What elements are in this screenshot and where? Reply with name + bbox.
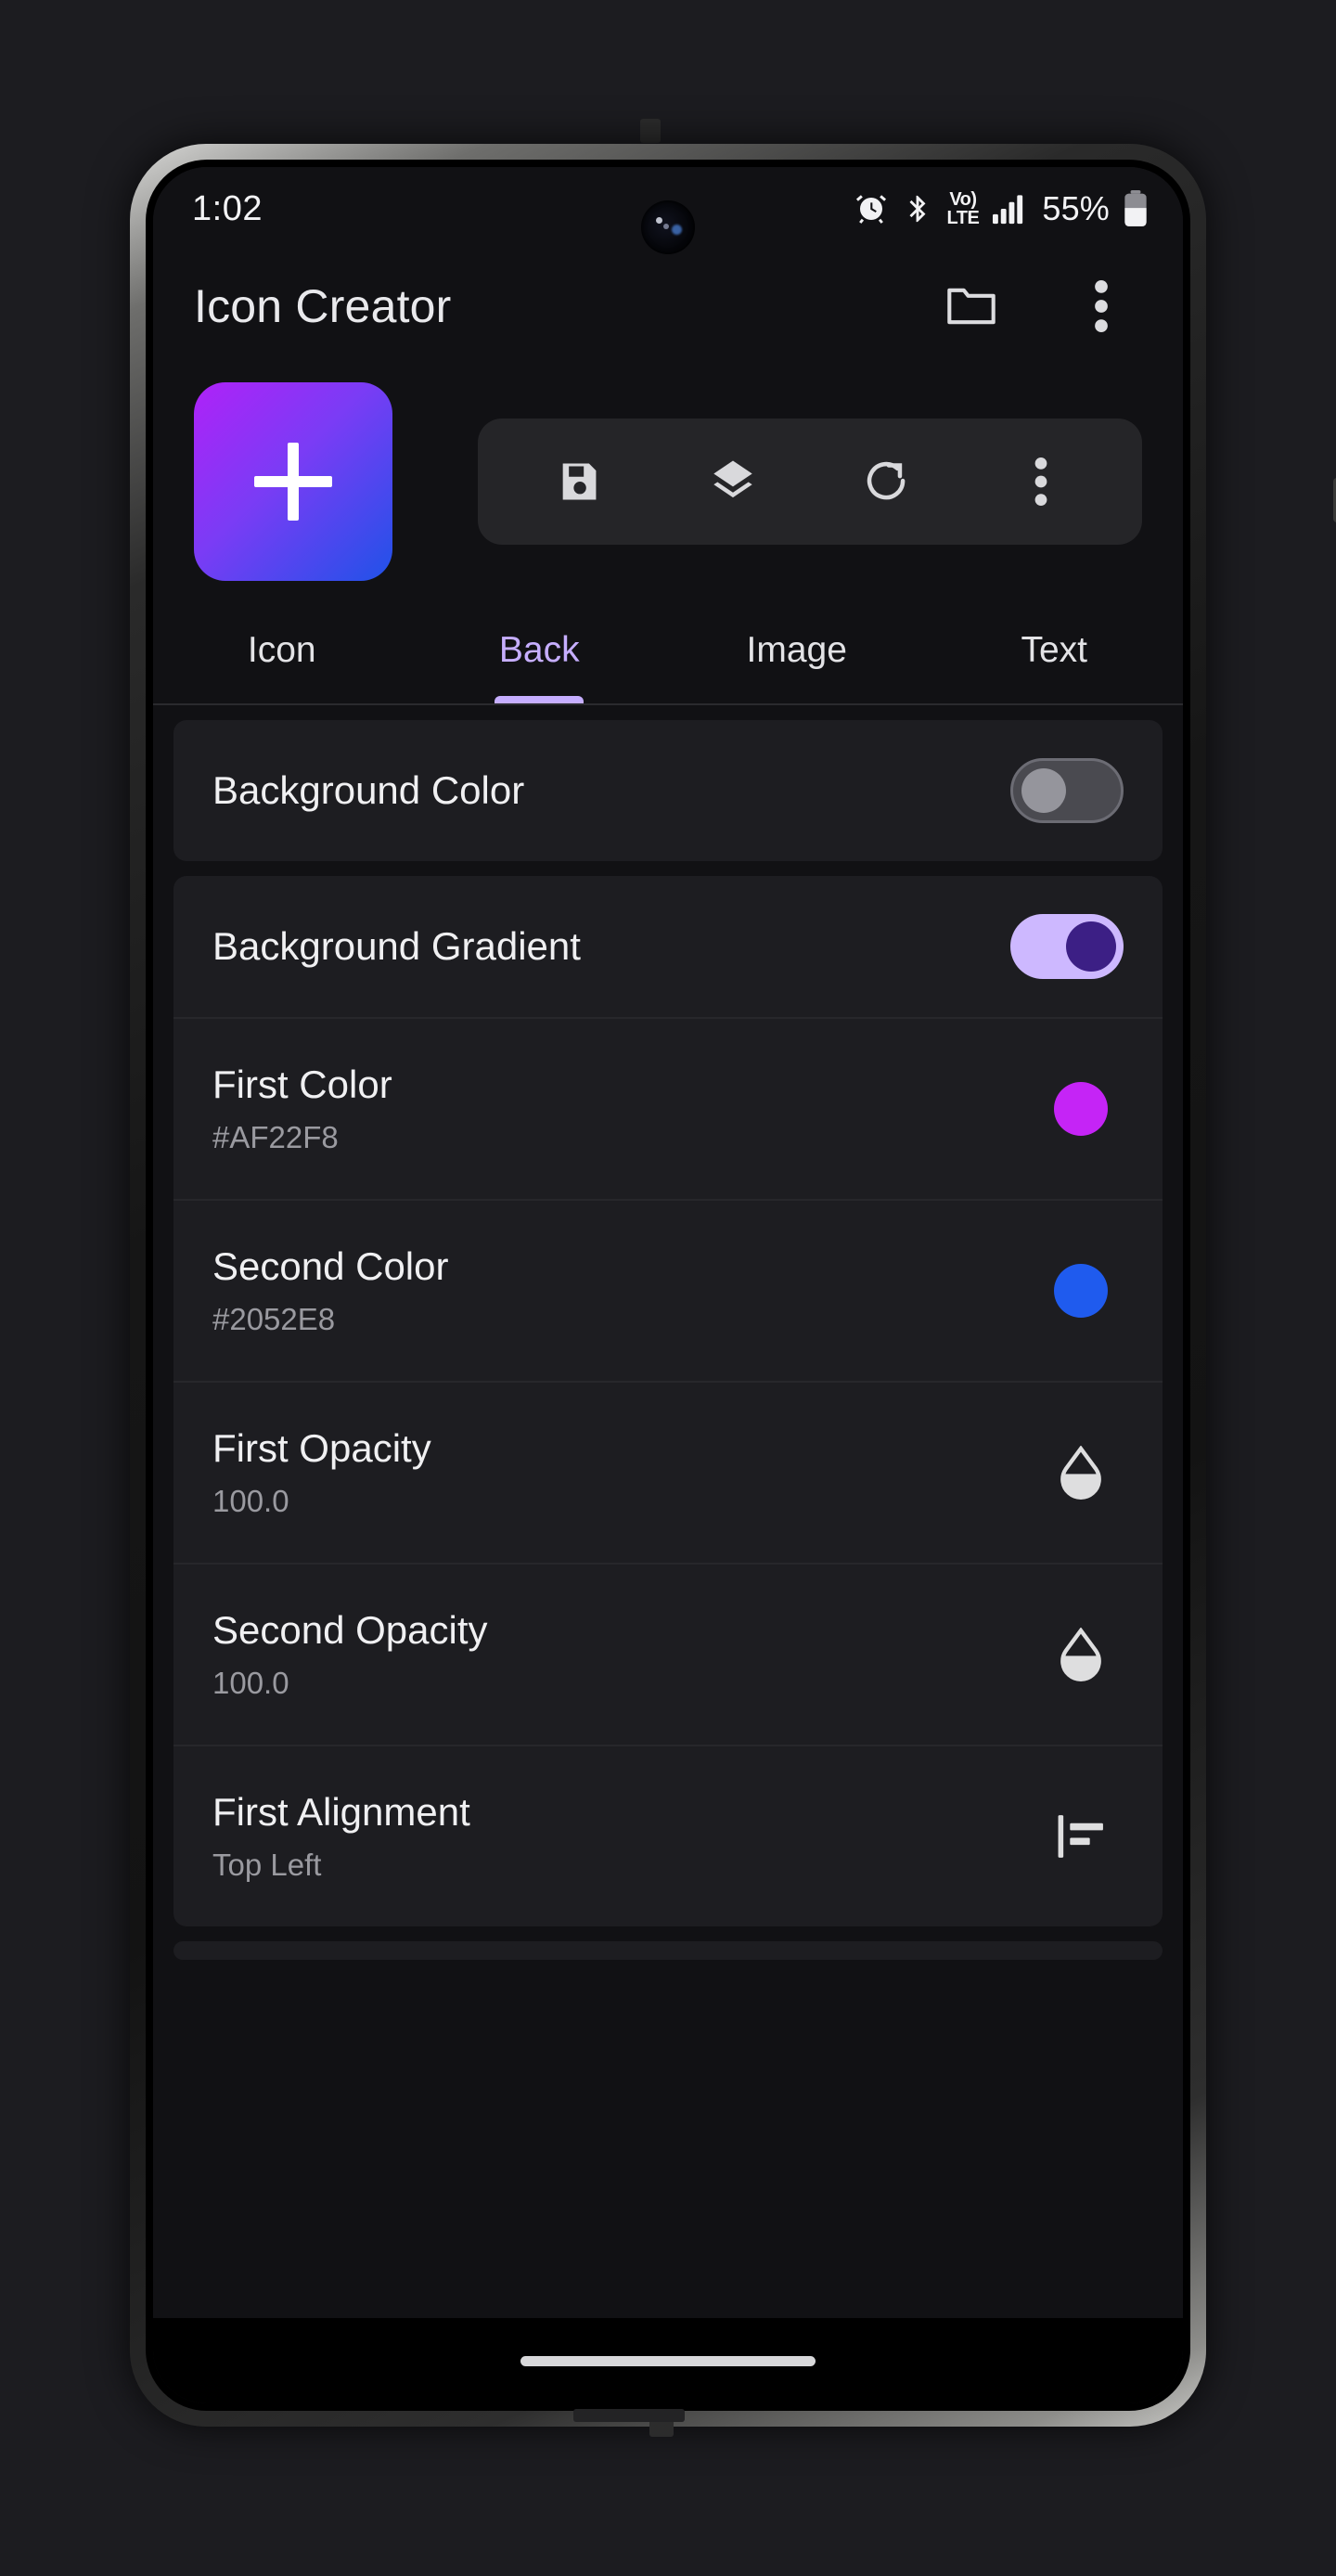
background-gradient-label: Background Gradient [212,924,581,968]
overflow-menu-icon[interactable] [1060,265,1142,347]
color-swatch-dot [1054,1082,1108,1136]
background-color-toggle[interactable] [1010,758,1124,823]
toggle-knob [1021,768,1066,813]
tab-label: Image [746,630,847,670]
background-color-card: Background Color [173,720,1163,861]
row-value: #AF22F8 [212,1120,339,1154]
row-title: First Color [212,1063,392,1106]
app-bar-actions [931,265,1142,347]
volte-icon: Vo) LTE [946,189,980,228]
first-opacity-control[interactable] [1038,1446,1124,1500]
phone-bezel: 1:02 Vo) LTE 55% Icon Creator Icon Back … [146,160,1190,2411]
tab-label: Icon [247,630,316,670]
tab-bar: Icon Back Image Text [153,598,1183,705]
align-top-left-icon [1055,1810,1107,1862]
first-alignment-control[interactable] [1038,1810,1124,1862]
toggle-knob [1066,921,1116,972]
icon-edit-toolbar [478,419,1142,545]
overflow-menu-icon[interactable] [1000,441,1082,522]
system-navigation-bar [153,2318,1183,2403]
tab-image[interactable]: Image [668,598,926,703]
background-gradient-row[interactable]: Background Gradient [173,876,1163,1017]
phone-device-frame: 1:02 Vo) LTE 55% Icon Creator Icon Back … [130,144,1336,2427]
icon-preview-tile[interactable] [194,382,392,581]
row-title: Second Opacity [212,1608,488,1652]
second-color-swatch[interactable] [1038,1264,1124,1318]
signal-icon [993,193,1028,225]
background-color-row[interactable]: Background Color [173,720,1163,861]
row-title: First Alignment [212,1790,470,1834]
background-gradient-card: Background Gradient First Color #AF22F8 [173,876,1163,1926]
row-value: 100.0 [212,1484,289,1518]
status-bar: 1:02 Vo) LTE 55% [153,167,1183,254]
tab-text[interactable]: Text [926,598,1184,703]
second-color-row[interactable]: Second Color #2052E8 [173,1199,1163,1381]
plus-icon [254,443,332,521]
folder-icon[interactable] [931,265,1012,347]
background-gradient-toggle[interactable] [1010,914,1124,979]
home-gesture-pill[interactable] [520,2355,816,2366]
status-clock: 1:02 [192,188,263,228]
save-icon[interactable] [538,441,620,522]
background-color-label: Background Color [212,768,525,812]
alarm-icon [854,192,888,225]
row-value: #2052E8 [212,1302,336,1336]
front-camera-punchhole [641,200,695,254]
first-opacity-row[interactable]: First Opacity 100.0 [173,1381,1163,1563]
second-opacity-row[interactable]: Second Opacity 100.0 [173,1563,1163,1745]
second-opacity-control[interactable] [1038,1628,1124,1681]
bluetooth-icon [902,193,933,225]
first-color-swatch[interactable] [1038,1082,1124,1136]
status-icons: Vo) LTE 55% [854,189,1148,228]
row-value: Top Left [212,1848,322,1882]
screenshot-root: 1:02 Vo) LTE 55% Icon Creator Icon Back … [0,0,1336,2576]
color-swatch-dot [1054,1264,1108,1318]
phone-screen: 1:02 Vo) LTE 55% Icon Creator Icon Back … [153,167,1183,2403]
tab-back[interactable]: Back [411,598,669,703]
tab-label: Back [498,630,580,670]
settings-list[interactable]: Background Color Background Gradient Fir… [153,705,1183,2218]
tab-icon[interactable]: Icon [153,598,411,703]
next-settings-card-partial [173,1941,1163,1960]
first-color-row[interactable]: First Color #AF22F8 [173,1017,1163,1199]
battery-icon [1124,190,1148,227]
redo-icon[interactable] [846,441,928,522]
row-title: Second Color [212,1244,449,1288]
app-bar: Icon Creator [153,251,1183,362]
battery-percent-label: 55% [1042,189,1110,227]
preview-row [153,362,1183,598]
opacity-droplet-icon [1059,1628,1103,1681]
tab-label: Text [1021,630,1088,670]
phone-top-nub [640,119,661,143]
first-alignment-row[interactable]: First Alignment Top Left [173,1745,1163,1926]
row-value: 100.0 [212,1666,289,1700]
layers-icon[interactable] [692,441,774,522]
tab-active-indicator [495,696,584,703]
opacity-droplet-icon [1059,1446,1103,1500]
row-title: First Opacity [212,1426,431,1470]
phone-bottom-bar [573,2409,685,2422]
page-title: Icon Creator [194,280,452,332]
